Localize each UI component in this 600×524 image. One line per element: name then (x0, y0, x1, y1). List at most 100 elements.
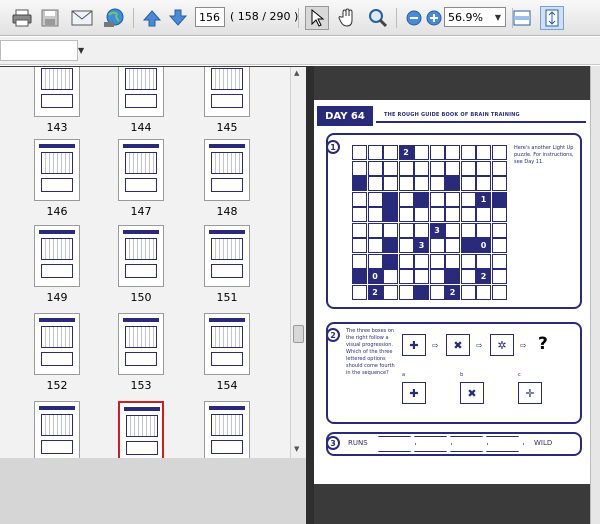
grid-cell (414, 222, 429, 238)
grid-cell (367, 207, 383, 222)
grid-cell (398, 160, 414, 176)
zoom-in-icon[interactable] (422, 6, 446, 30)
web-icon[interactable] (102, 6, 126, 30)
grid-cell (352, 269, 367, 284)
grid-cell (476, 145, 491, 160)
page-thumbnail-label: 149 (46, 291, 68, 304)
page-thumbnail[interactable] (118, 313, 164, 375)
page-thumbnail[interactable] (204, 401, 250, 458)
fit-page-icon[interactable] (510, 6, 534, 30)
page-thumbnail-label: 145 (216, 121, 238, 134)
grid-cell (445, 207, 460, 222)
secondary-dropdown[interactable] (0, 40, 78, 61)
grid-cell (352, 238, 367, 253)
toolbar: 156 ( 158 / 290 ) 56.9% ▼ (0, 0, 600, 36)
day-header: DAY 64 (317, 106, 373, 126)
grid-cell (414, 284, 429, 300)
arrow-icon: ⇨ (476, 341, 483, 350)
next-page-icon[interactable] (166, 6, 190, 30)
thumbnail-scrollbar[interactable]: ▲ ▼ (290, 67, 306, 458)
grid-cell (445, 222, 460, 238)
hand-tool-icon[interactable] (335, 6, 359, 30)
grid-cell: 0 (367, 269, 383, 284)
grid-cell (476, 176, 491, 191)
grid-cell (460, 284, 476, 300)
page-thumbnail[interactable] (118, 225, 164, 287)
grid-cell (429, 269, 445, 284)
grid-cell (352, 145, 367, 160)
page-thumbnail[interactable] (34, 139, 80, 201)
grid-cell (491, 253, 507, 269)
grid-cell (398, 191, 414, 207)
print-icon[interactable] (10, 6, 34, 30)
secondary-toolbar: ▼ (0, 37, 600, 65)
option-box-a: ✚ (402, 382, 426, 404)
grid-cell (476, 284, 491, 300)
sequence-box-1: ✚ (402, 334, 426, 356)
arrow-icon: ⇨ (520, 341, 527, 350)
page-thumbnail[interactable] (204, 67, 250, 117)
page-count: ( 158 / 290 ) (230, 10, 299, 23)
page-thumbnail[interactable] (34, 67, 80, 117)
grid-cell (429, 176, 445, 191)
grid-cell (383, 253, 398, 269)
grid-cell (429, 207, 445, 222)
page-thumbnail-label: 152 (46, 379, 68, 392)
zoom-tool-icon[interactable] (366, 6, 390, 30)
grid-cell (429, 160, 445, 176)
grid-cell (491, 284, 507, 300)
grid-cell (367, 222, 383, 238)
grid-cell (383, 222, 398, 238)
puzzle-1-text: Here's another Light Up puzzle. For inst… (514, 145, 574, 165)
grid-cell (460, 253, 476, 269)
grid-cell (445, 238, 460, 253)
grid-cell (414, 145, 429, 160)
grid-cell (491, 269, 507, 284)
scroll-up-icon[interactable]: ▲ (294, 69, 299, 77)
page-thumbnail[interactable] (34, 313, 80, 375)
grid-cell (383, 207, 398, 222)
save-icon[interactable] (38, 6, 62, 30)
grid-cell (414, 253, 429, 269)
page-thumbnail[interactable] (204, 225, 250, 287)
select-tool-icon[interactable] (305, 6, 329, 30)
grid-cell (414, 269, 429, 284)
chevron-down-icon[interactable]: ▼ (78, 46, 84, 55)
chevron-down-icon[interactable]: ▼ (491, 8, 505, 26)
grid-cell (398, 269, 414, 284)
grid-cell (445, 269, 460, 284)
document-page: DAY 64 THE ROUGH GUIDE BOOK OF BRAIN TRA… (314, 100, 590, 484)
page-thumbnail[interactable] (34, 225, 80, 287)
page-number-input[interactable]: 156 (195, 7, 225, 27)
ladder-step (378, 436, 416, 452)
grid-cell (491, 160, 507, 176)
grid-cell (383, 269, 398, 284)
page-thumbnail[interactable] (118, 139, 164, 201)
scroll-down-icon[interactable]: ▼ (294, 445, 299, 453)
scrollbar-thumb[interactable] (293, 325, 304, 343)
page-thumbnail[interactable] (118, 67, 164, 117)
panel-divider[interactable] (306, 66, 314, 524)
email-icon[interactable] (70, 6, 94, 30)
page-thumbnail[interactable] (118, 401, 164, 458)
page-thumbnail[interactable] (204, 313, 250, 375)
page-thumbnail[interactable] (204, 139, 250, 201)
fit-width-icon[interactable] (540, 6, 564, 30)
grid-cell (383, 176, 398, 191)
grid-cell (398, 176, 414, 191)
grid-cell (460, 207, 476, 222)
grid-cell (460, 145, 476, 160)
puzzle-1: 213300222 Here's another Light Up puzzle… (326, 133, 582, 309)
grid-cell (445, 191, 460, 207)
grid-cell (352, 160, 367, 176)
grid-cell (398, 253, 414, 269)
document-scrollbar[interactable] (590, 66, 600, 524)
prev-page-icon[interactable] (140, 6, 164, 30)
grid-cell (367, 253, 383, 269)
ladder-step (414, 436, 452, 452)
grid-cell (445, 145, 460, 160)
page-thumbnail[interactable] (34, 401, 80, 458)
question-mark: ? (538, 334, 548, 354)
grid-cell (383, 284, 398, 300)
grid-cell (398, 222, 414, 238)
